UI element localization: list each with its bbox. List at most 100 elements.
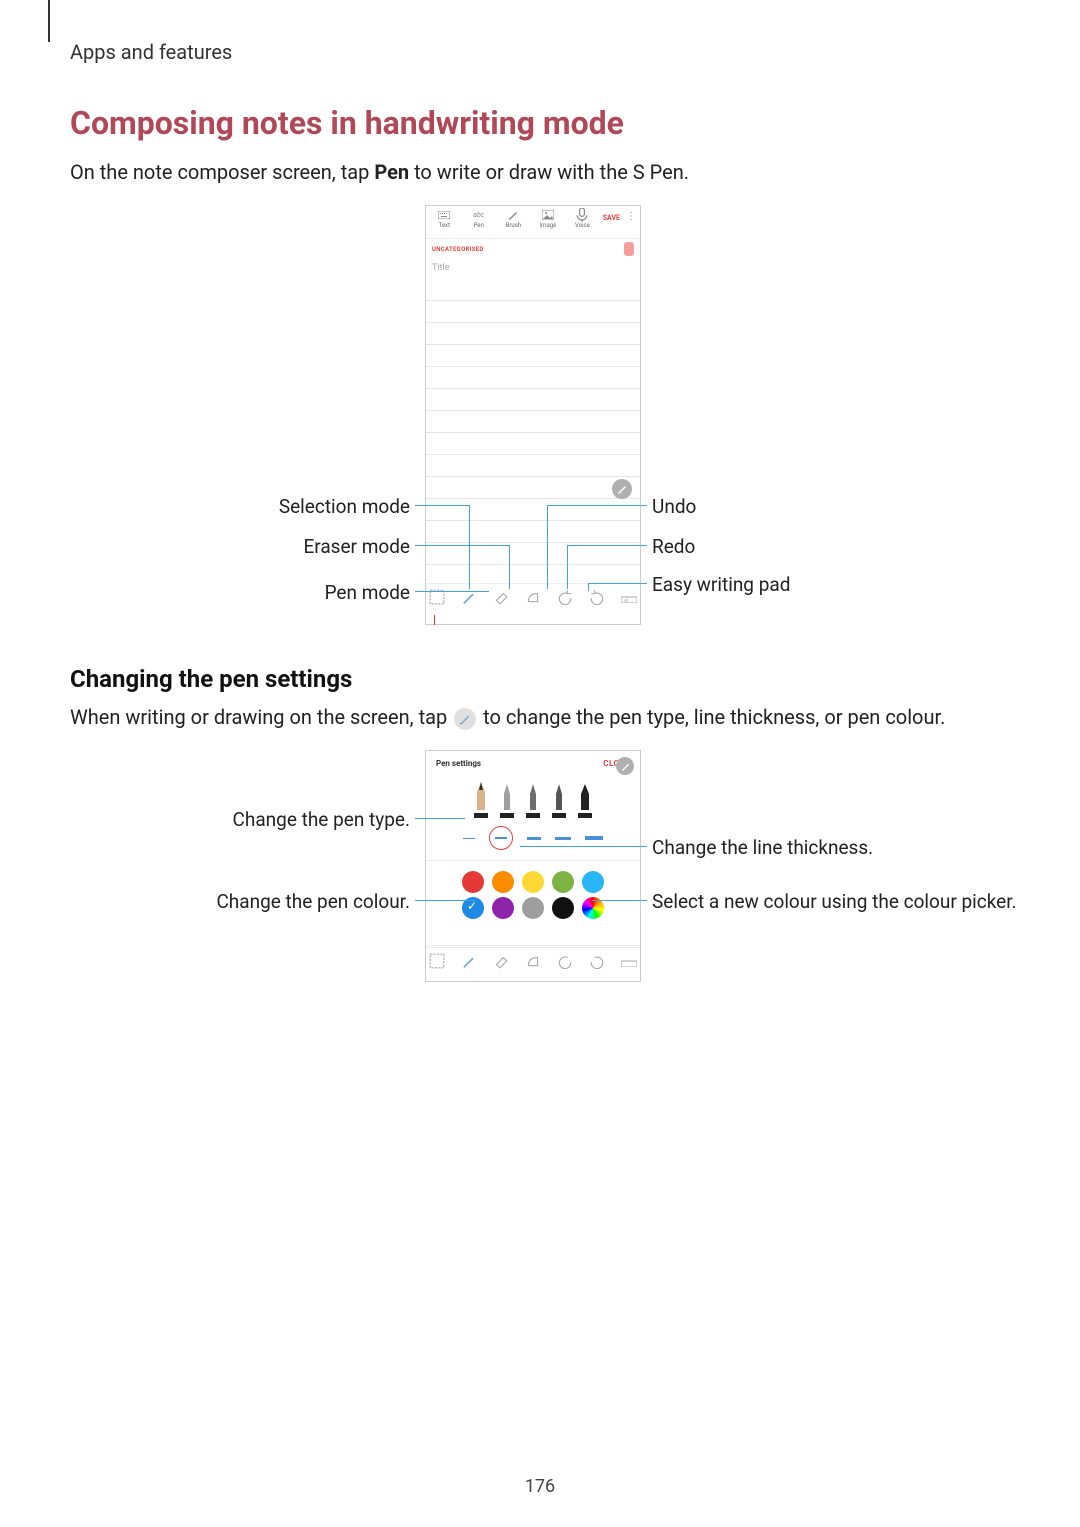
lead-line <box>509 545 510 589</box>
callout-eraser-mode: Eraser mode <box>270 535 410 558</box>
lead-line <box>567 545 647 546</box>
brush-icon <box>507 210 519 220</box>
eraser-icon[interactable] <box>493 953 509 969</box>
pen-type-fountain[interactable] <box>473 782 489 818</box>
colour-yellow[interactable] <box>522 871 544 893</box>
shape-icon[interactable] <box>525 953 541 969</box>
colour-green[interactable] <box>552 871 574 893</box>
easy-writing-icon[interactable] <box>621 953 637 969</box>
phone-screenshot-2: Pen settings CLOSE <box>425 750 641 982</box>
category-label[interactable]: UNCATEGORISED <box>432 246 484 253</box>
colour-black[interactable] <box>552 897 574 919</box>
pen-settings-inline-icon <box>454 708 476 730</box>
pen-type-marker[interactable] <box>577 782 593 818</box>
callout-line-thickness: Change the line thickness. <box>652 836 873 859</box>
toolbar-pen-label: Pen <box>474 222 484 229</box>
toolbar-voice-label: Voice <box>575 222 590 229</box>
thickness-4[interactable] <box>555 837 571 840</box>
pen-settings-title: Pen settings <box>436 759 481 768</box>
colour-grey[interactable] <box>522 897 544 919</box>
thickness-5[interactable] <box>585 836 603 840</box>
eraser-icon[interactable] <box>493 589 509 605</box>
lead-line <box>415 900 475 901</box>
thickness-2-selected[interactable] <box>489 826 513 850</box>
pen-type-pen[interactable] <box>525 782 541 818</box>
figure-handwriting: Text abc Pen Brush Image Voice <box>70 205 1010 635</box>
page: Apps and features Composing notes in han… <box>0 0 1080 1060</box>
breadcrumb: Apps and features <box>70 40 1010 64</box>
colour-purple[interactable] <box>492 897 514 919</box>
pen-type-calligraphy[interactable] <box>499 782 515 818</box>
section-heading: Composing notes in handwriting mode <box>70 104 1010 142</box>
thickness-1[interactable] <box>463 838 475 839</box>
toolbar-pen[interactable]: abc Pen <box>463 210 496 229</box>
pen-fab-small[interactable] <box>616 757 634 775</box>
callout-selection-mode: Selection mode <box>270 495 410 518</box>
shape-icon[interactable] <box>525 589 541 605</box>
lead-line <box>415 591 489 592</box>
redo-icon[interactable] <box>589 589 605 605</box>
pin-icon[interactable] <box>624 242 634 256</box>
undo-icon[interactable] <box>557 953 573 969</box>
keyboard-icon <box>438 210 450 220</box>
colour-red[interactable] <box>462 871 484 893</box>
undo-icon[interactable] <box>557 589 573 605</box>
toolbar-text[interactable]: Text <box>428 210 461 229</box>
callout-pen-type: Change the pen type. <box>200 808 410 831</box>
intro-text-before: On the note composer screen, tap <box>70 160 374 184</box>
easy-writing-icon[interactable]: aI <box>621 589 637 605</box>
abc-icon: abc <box>473 210 485 220</box>
phone-screenshot-1: Text abc Pen Brush Image Voice <box>425 205 641 625</box>
colour-row-2 <box>426 897 640 929</box>
lead-line <box>592 900 647 901</box>
image-icon <box>542 210 554 220</box>
composer-toolbar: Text abc Pen Brush Image Voice <box>426 206 640 239</box>
callout-undo: Undo <box>652 495 696 518</box>
thickness-3[interactable] <box>527 837 541 840</box>
callout-easy-writing-pad: Easy writing pad <box>652 573 790 596</box>
callout-colour-picker: Select a new colour using the colour pic… <box>652 890 952 913</box>
para2-before: When writing or drawing on the screen, t… <box>70 705 452 729</box>
lead-line <box>469 505 470 589</box>
pen-settings-header: Pen settings CLOSE <box>426 751 640 776</box>
pen-type-pencil[interactable] <box>551 782 567 818</box>
bottom-toolbar-2 <box>426 947 640 974</box>
selection-icon[interactable] <box>429 953 445 969</box>
lead-line <box>567 545 568 589</box>
lead-line <box>415 818 465 819</box>
more-options-icon[interactable]: ⋮ <box>624 210 638 224</box>
line-thickness-row <box>426 820 640 861</box>
toolbar-brush[interactable]: Brush <box>497 210 530 229</box>
toolbar-text-label: Text <box>439 222 450 229</box>
redo-icon[interactable] <box>589 953 605 969</box>
intro-bold-pen: Pen <box>374 160 409 184</box>
colour-row-1 <box>426 861 640 897</box>
toolbar-image-label: Image <box>540 222 557 229</box>
lead-line <box>588 583 589 591</box>
svg-text:aI: aI <box>624 598 628 603</box>
writing-canvas[interactable] <box>426 279 640 583</box>
writing-lines <box>426 929 640 947</box>
pen-fab[interactable] <box>612 479 632 499</box>
lead-line <box>547 505 548 589</box>
toolbar-image[interactable]: Image <box>532 210 565 229</box>
callout-redo: Redo <box>652 535 695 558</box>
bottom-toolbar: aI <box>426 583 640 610</box>
save-button[interactable]: SAVE <box>601 210 622 226</box>
lead-line <box>415 545 509 546</box>
lead-line <box>588 583 647 584</box>
callout-pen-mode: Pen mode <box>270 581 410 604</box>
toolbar-voice[interactable]: Voice <box>566 210 599 229</box>
intro-paragraph: On the note composer screen, tap Pen to … <box>70 158 1010 187</box>
figure-pen-settings: Pen settings CLOSE <box>70 750 1010 1000</box>
colour-orange[interactable] <box>492 871 514 893</box>
pen-type-row <box>426 776 640 820</box>
colour-lightblue[interactable] <box>582 871 604 893</box>
pensettings-paragraph: When writing or drawing on the screen, t… <box>70 703 1010 732</box>
pen-settings-icon[interactable] <box>461 953 477 969</box>
lead-line <box>547 505 647 506</box>
title-input[interactable]: Title <box>426 259 640 279</box>
cursor-area <box>426 610 640 624</box>
callout-pen-colour: Change the pen colour. <box>170 890 410 913</box>
category-row: UNCATEGORISED <box>426 239 640 259</box>
